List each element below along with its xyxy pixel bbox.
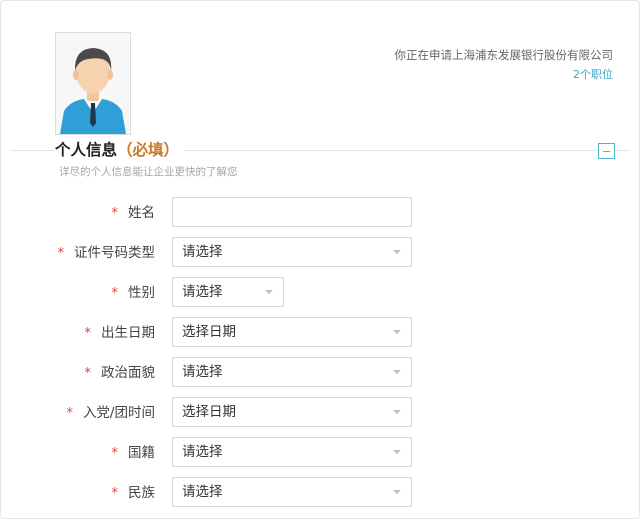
section-title: 个人信息（必填） xyxy=(55,138,186,162)
select-value: 请选择 xyxy=(182,364,223,380)
form-row-party-join-date: * 入党/团时间 选择日期 xyxy=(1,397,640,429)
field-label-text: 证件号码类型 xyxy=(74,245,155,261)
section-subtitle: 详尽的个人信息能让企业更快的了解您 xyxy=(59,166,238,178)
form-row-birthdate: * 出生日期 选择日期 xyxy=(1,317,640,349)
select-value: 请选择 xyxy=(182,484,223,500)
id-type-select[interactable]: 请选择 xyxy=(172,237,412,267)
field-label-text: 政治面貌 xyxy=(101,365,155,381)
required-star: * xyxy=(84,326,92,341)
gender-select[interactable]: 请选择 xyxy=(172,277,284,307)
form-row-ethnicity: * 民族 请选择 xyxy=(1,477,640,509)
date-value: 选择日期 xyxy=(182,404,236,420)
field-label: * 出生日期 xyxy=(85,317,156,349)
caret-down-icon xyxy=(393,490,401,494)
field-label-text: 姓名 xyxy=(128,205,155,221)
caret-down-icon xyxy=(393,410,401,414)
party-join-date-picker[interactable]: 选择日期 xyxy=(172,397,412,427)
select-value: 请选择 xyxy=(182,244,223,260)
required-tag: （必填） xyxy=(117,141,180,159)
caret-down-icon xyxy=(393,330,401,334)
date-value: 选择日期 xyxy=(182,324,236,340)
field-label-text: 出生日期 xyxy=(101,325,155,341)
form-row-gender: * 性别 请选择 xyxy=(1,277,640,309)
field-label-text: 国籍 xyxy=(128,445,155,461)
applying-company-text: 你正在申请上海浦东发展银行股份有限公司 xyxy=(394,48,614,62)
form-row-name: * 姓名 xyxy=(1,197,640,229)
collapse-button[interactable] xyxy=(598,143,615,159)
form-row-id-type: * 证件号码类型 请选择 xyxy=(1,237,640,269)
caret-down-icon xyxy=(393,370,401,374)
nationality-select[interactable]: 请选择 xyxy=(172,437,412,467)
field-label-text: 民族 xyxy=(128,485,155,501)
name-input[interactable] xyxy=(172,197,412,227)
required-star: * xyxy=(111,486,119,501)
political-status-select[interactable]: 请选择 xyxy=(172,357,412,387)
field-label: * 国籍 xyxy=(112,437,156,469)
field-label: * 入党/团时间 xyxy=(66,397,155,429)
required-star: * xyxy=(66,406,73,421)
required-star: * xyxy=(57,246,65,261)
field-label: * 民族 xyxy=(112,477,156,509)
field-label: * 性别 xyxy=(112,277,156,309)
form-row-nationality: * 国籍 请选择 xyxy=(1,437,640,469)
select-value: 请选择 xyxy=(182,444,223,460)
required-star: * xyxy=(84,366,92,381)
caret-down-icon xyxy=(393,250,401,254)
field-label-text: 性别 xyxy=(128,285,155,301)
form-row-political-status: * 政治面貌 请选择 xyxy=(1,357,640,389)
section-title-text: 个人信息 xyxy=(55,141,118,159)
required-star: * xyxy=(111,286,119,301)
application-info: 你正在申请上海浦东发展银行股份有限公司 2个职位 xyxy=(395,45,614,85)
field-label-text: 入党/团时间 xyxy=(82,405,155,421)
select-value: 请选择 xyxy=(182,284,223,300)
required-star: * xyxy=(111,206,119,221)
field-label: * 政治面貌 xyxy=(85,357,156,389)
caret-down-icon xyxy=(265,290,273,294)
birthdate-picker[interactable]: 选择日期 xyxy=(172,317,412,347)
required-star: * xyxy=(111,446,119,461)
field-label: * 证件号码类型 xyxy=(58,237,156,269)
caret-down-icon xyxy=(393,450,401,454)
application-card: 你正在申请上海浦东发展银行股份有限公司 2个职位 个人信息（必填） 详尽的个人信… xyxy=(0,0,640,519)
ethnicity-select[interactable]: 请选择 xyxy=(172,477,412,507)
avatar[interactable] xyxy=(55,32,131,135)
user-avatar-icon xyxy=(56,33,130,134)
positions-link[interactable]: 2个职位 xyxy=(395,65,613,85)
field-label: * 姓名 xyxy=(112,197,156,229)
